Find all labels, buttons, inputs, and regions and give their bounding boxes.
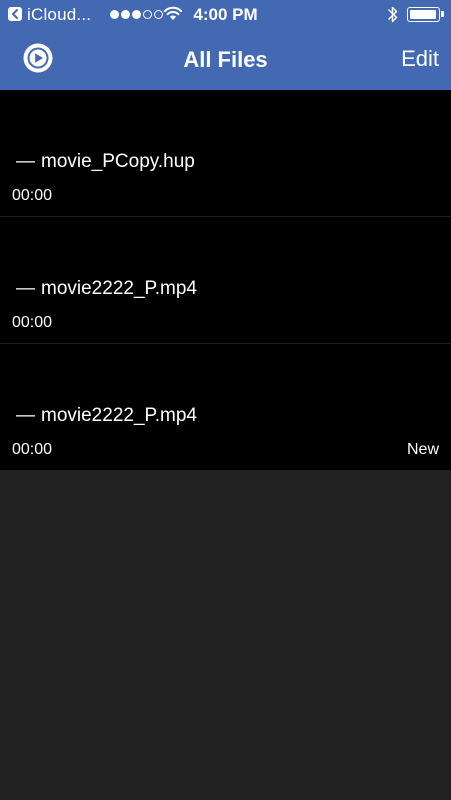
file-name-label: movie2222_P.mp4 xyxy=(41,405,197,426)
file-list: — movie_PCopy.hup 00:00 — movie2222_P.mp4 … xyxy=(0,90,451,470)
file-row[interactable]: — movie2222_P.mp4 00:00 New xyxy=(0,343,451,470)
file-row[interactable]: — movie_PCopy.hup 00:00 xyxy=(0,90,451,216)
file-name: — movie2222_P.mp4 xyxy=(16,278,197,300)
dash-icon: — xyxy=(16,405,35,426)
file-name-label: movie2222_P.mp4 xyxy=(41,278,197,299)
new-badge: New xyxy=(406,441,439,458)
edit-button[interactable]: Edit xyxy=(401,46,439,72)
status-bar: iCloud... 4:00 PM xyxy=(0,0,451,30)
battery-icon xyxy=(407,7,440,22)
file-name: — movie_PCopy.hup xyxy=(16,151,195,173)
dash-icon: — xyxy=(16,151,35,172)
battery-level xyxy=(409,9,436,19)
dash-icon: — xyxy=(16,278,35,299)
file-duration: 00:00 xyxy=(12,187,53,204)
file-row[interactable]: — movie2222_P.mp4 00:00 xyxy=(0,216,451,343)
page-title: All Files xyxy=(183,47,268,72)
file-name-label: movie_PCopy.hup xyxy=(41,151,195,172)
file-duration: 00:00 xyxy=(12,314,53,331)
file-duration: 00:00 xyxy=(12,441,53,458)
navigation-bar: All Files Edit xyxy=(0,30,451,90)
empty-area xyxy=(0,470,451,800)
status-time: 4:00 PM xyxy=(193,5,258,24)
bluetooth-icon xyxy=(388,6,398,23)
top-bar: iCloud... 4:00 PM All Files Edit xyxy=(0,0,451,90)
battery-nub xyxy=(441,11,444,17)
file-name: — movie2222_P.mp4 xyxy=(16,405,197,427)
